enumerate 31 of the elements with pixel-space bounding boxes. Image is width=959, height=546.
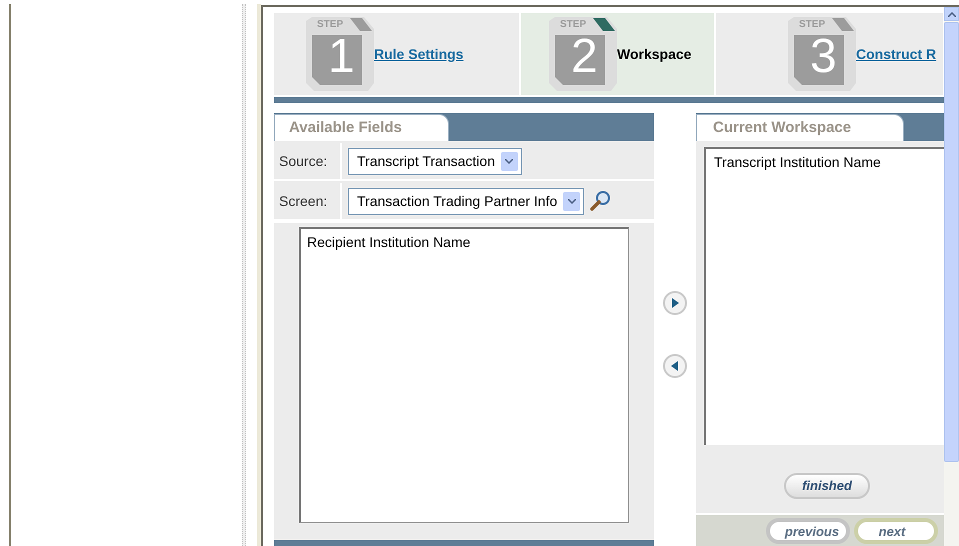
step-label: STEP (317, 20, 344, 30)
dropdown[interactable]: Transcript Transaction (348, 148, 522, 174)
previous-button[interactable]: previous (766, 518, 850, 544)
field-label: Source: (274, 143, 342, 179)
step-link[interactable]: Rule Settings (374, 44, 464, 64)
list-box[interactable]: Recipient Institution Name (299, 227, 629, 523)
chevron-down-icon (505, 158, 514, 164)
list-box[interactable]: Transcript Institution Name (704, 147, 944, 445)
step-number: 2 (571, 33, 598, 81)
list-item[interactable]: Recipient Institution Name (307, 232, 622, 253)
step-label: STEP (560, 20, 586, 30)
step-number: 1 (328, 33, 355, 81)
step-number: 3 (810, 33, 837, 81)
scrollbar[interactable] (944, 7, 959, 546)
chevron-down-icon (568, 198, 576, 204)
right-arrow-icon (671, 298, 679, 308)
finished-button[interactable]: finished (784, 473, 870, 499)
search-icon[interactable] (590, 190, 612, 212)
next-button[interactable]: next (854, 518, 938, 544)
step-tab[interactable]: STEP 1 Rule Settings (274, 13, 519, 95)
field-label: Screen: (274, 183, 342, 219)
move-left-button[interactable] (663, 354, 687, 378)
step-tab[interactable]: STEP 2 Workspace (521, 13, 714, 95)
left-arrow-icon (671, 361, 679, 371)
step-label: STEP (799, 20, 826, 30)
move-right-button[interactable] (663, 291, 687, 315)
dropdown[interactable]: Transaction Trading Partner Info (348, 188, 584, 214)
step-title: Workspace (617, 44, 692, 64)
list-item[interactable]: Transcript Institution Name (714, 152, 936, 173)
step-tab[interactable]: STEP 3 Construct R (716, 13, 943, 95)
step-link[interactable]: Construct R (856, 44, 936, 64)
